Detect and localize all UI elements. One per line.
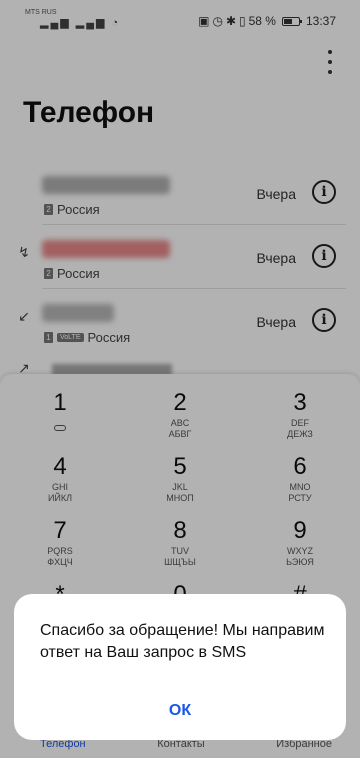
ok-button[interactable]: ОК bbox=[14, 702, 346, 720]
confirmation-dialog: Спасибо за обращение! Мы направим ответ … bbox=[14, 594, 346, 740]
dialog-message: Спасибо за обращение! Мы направим ответ … bbox=[40, 622, 325, 661]
